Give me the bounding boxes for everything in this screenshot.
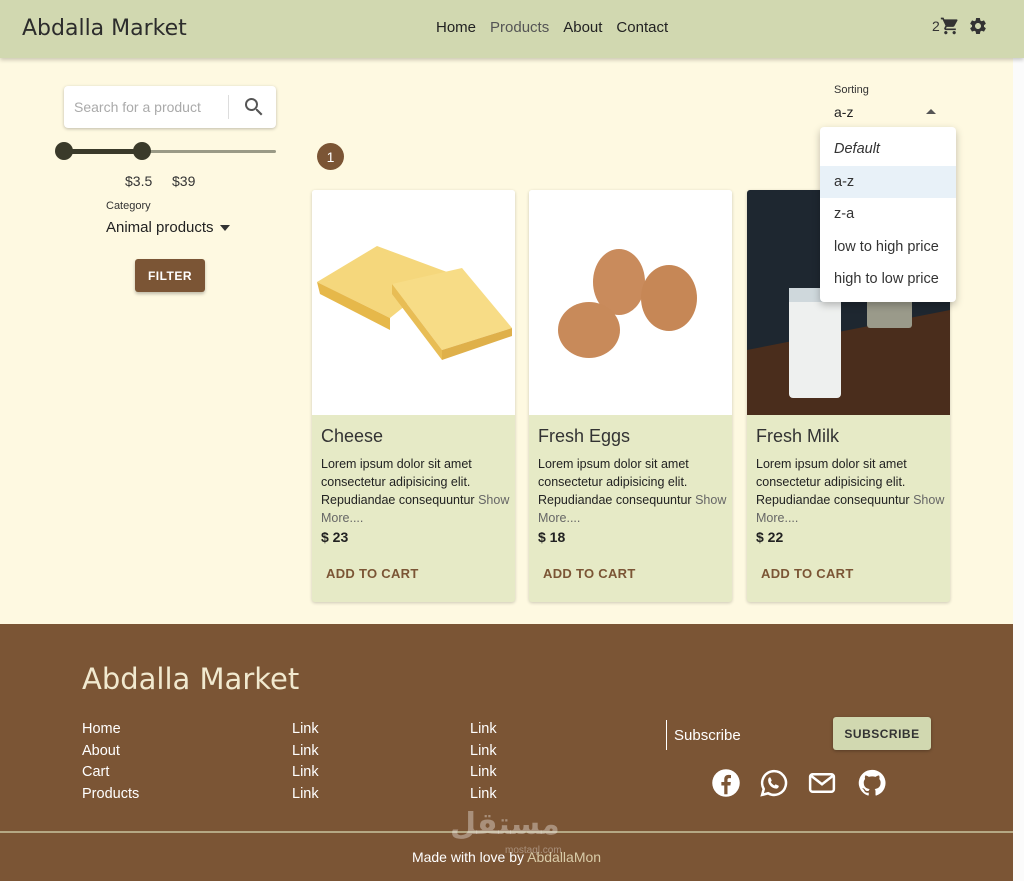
price-max-label: $39 bbox=[172, 173, 196, 189]
footer-link[interactable]: Link bbox=[292, 743, 319, 760]
watermark-logo: مستقل bbox=[450, 807, 560, 842]
nav-about[interactable]: About bbox=[563, 19, 602, 36]
nav-contact[interactable]: Contact bbox=[616, 19, 668, 36]
cart-icon bbox=[940, 17, 958, 35]
main-nav: Home Products About Contact bbox=[436, 19, 668, 36]
pagination-page-1[interactable]: 1 bbox=[317, 143, 344, 170]
sorting-select[interactable]: a-z bbox=[834, 104, 853, 120]
footer-link-about[interactable]: About bbox=[82, 743, 139, 760]
search-input[interactable] bbox=[74, 96, 222, 118]
scrollbar-track[interactable] bbox=[1013, 58, 1024, 881]
footer-link[interactable]: Link bbox=[292, 764, 319, 781]
footer-link[interactable]: Link bbox=[470, 743, 497, 760]
product-title: Fresh Milk bbox=[756, 426, 840, 446]
footer-nav-column: Home About Cart Products bbox=[82, 721, 139, 802]
footer-link-products[interactable]: Products bbox=[82, 786, 139, 803]
product-description: Lorem ipsum dolor sit amet consectetur a… bbox=[538, 457, 727, 525]
subscribe-button[interactable]: SUBSCRIBE bbox=[833, 717, 931, 750]
product-description: Lorem ipsum dolor sit amet consectetur a… bbox=[756, 457, 945, 525]
add-to-cart-button[interactable]: ADD TO CART bbox=[537, 562, 642, 585]
filter-button[interactable]: FILTER bbox=[135, 259, 205, 292]
product-description: Lorem ipsum dolor sit amet consectetur a… bbox=[321, 457, 510, 525]
footer-credit-text: Made with love by bbox=[411, 849, 524, 865]
whatsapp-icon[interactable] bbox=[759, 768, 789, 798]
caret-up-icon bbox=[926, 109, 936, 114]
sorting-label: Sorting bbox=[834, 84, 869, 96]
gear-icon bbox=[970, 17, 986, 34]
footer-link-cart[interactable]: Cart bbox=[82, 764, 139, 781]
sort-option-low-high[interactable]: low to high price bbox=[820, 231, 956, 264]
cart-count: 2 bbox=[932, 18, 940, 34]
footer-link[interactable]: Link bbox=[470, 786, 497, 803]
footer-credit: Made with love by AbdallaMon bbox=[0, 849, 1013, 865]
footer-link-home[interactable]: Home bbox=[82, 721, 139, 738]
top-app-bar: Abdalla Market Home Products About Conta… bbox=[0, 0, 1024, 58]
product-title: Fresh Eggs bbox=[538, 426, 631, 446]
header-actions: 2 bbox=[932, 16, 988, 36]
footer-link[interactable]: Link bbox=[292, 786, 319, 803]
search-bar bbox=[64, 86, 276, 128]
footer-brand: Abdalla Market bbox=[82, 662, 300, 696]
search-divider bbox=[228, 95, 229, 119]
product-title: Cheese bbox=[321, 426, 384, 446]
subscribe-input[interactable]: Subscribe bbox=[674, 727, 741, 744]
github-icon[interactable] bbox=[857, 768, 887, 798]
price-slider-max-thumb[interactable] bbox=[133, 142, 151, 160]
sort-option-high-low[interactable]: high to low price bbox=[820, 263, 956, 296]
eggs-image bbox=[529, 190, 732, 415]
footer: Abdalla Market Home About Cart Products … bbox=[0, 624, 1013, 881]
category-label: Category bbox=[106, 200, 151, 212]
price-min-label: $3.5 bbox=[125, 173, 153, 189]
product-card: Fresh Eggs Lorem ipsum dolor sit amet co… bbox=[529, 190, 732, 602]
sort-option-z-a[interactable]: z-a bbox=[820, 198, 956, 231]
product-price: $ 23 bbox=[321, 529, 349, 545]
sorting-dropdown-menu: Default a-z z-a low to high price high t… bbox=[820, 127, 956, 302]
mail-icon[interactable] bbox=[807, 768, 837, 798]
category-select[interactable]: Animal products bbox=[106, 219, 230, 236]
search-button[interactable] bbox=[242, 95, 266, 119]
footer-link[interactable]: Link bbox=[292, 721, 319, 738]
footer-link-column: Link Link Link Link bbox=[292, 721, 319, 802]
facebook-icon[interactable] bbox=[711, 768, 741, 798]
search-icon bbox=[245, 98, 263, 116]
cart-button[interactable]: 2 bbox=[932, 16, 960, 36]
footer-link[interactable]: Link bbox=[470, 721, 497, 738]
add-to-cart-button[interactable]: ADD TO CART bbox=[755, 562, 860, 585]
caret-down-icon bbox=[219, 224, 230, 231]
sort-option-default[interactable]: Default bbox=[820, 133, 956, 166]
add-to-cart-button[interactable]: ADD TO CART bbox=[320, 562, 425, 585]
product-price: $ 18 bbox=[538, 529, 566, 545]
price-slider-track bbox=[64, 149, 142, 154]
footer-link-column: Link Link Link Link bbox=[470, 721, 497, 802]
subscribe-input-border bbox=[666, 720, 667, 750]
nav-home[interactable]: Home bbox=[436, 19, 476, 36]
footer-link[interactable]: Link bbox=[470, 764, 497, 781]
brand-logo[interactable]: Abdalla Market bbox=[22, 16, 187, 41]
sort-option-a-z[interactable]: a-z bbox=[820, 165, 956, 198]
nav-products[interactable]: Products bbox=[490, 19, 549, 36]
product-price: $ 22 bbox=[756, 529, 784, 545]
cheese-image bbox=[312, 190, 515, 415]
category-value: Animal products bbox=[106, 219, 214, 236]
settings-button[interactable] bbox=[968, 16, 988, 36]
price-slider-min-thumb[interactable] bbox=[55, 142, 73, 160]
footer-author-link[interactable]: AbdallaMon bbox=[527, 849, 601, 865]
product-card: Cheese Lorem ipsum dolor sit amet consec… bbox=[312, 190, 515, 602]
